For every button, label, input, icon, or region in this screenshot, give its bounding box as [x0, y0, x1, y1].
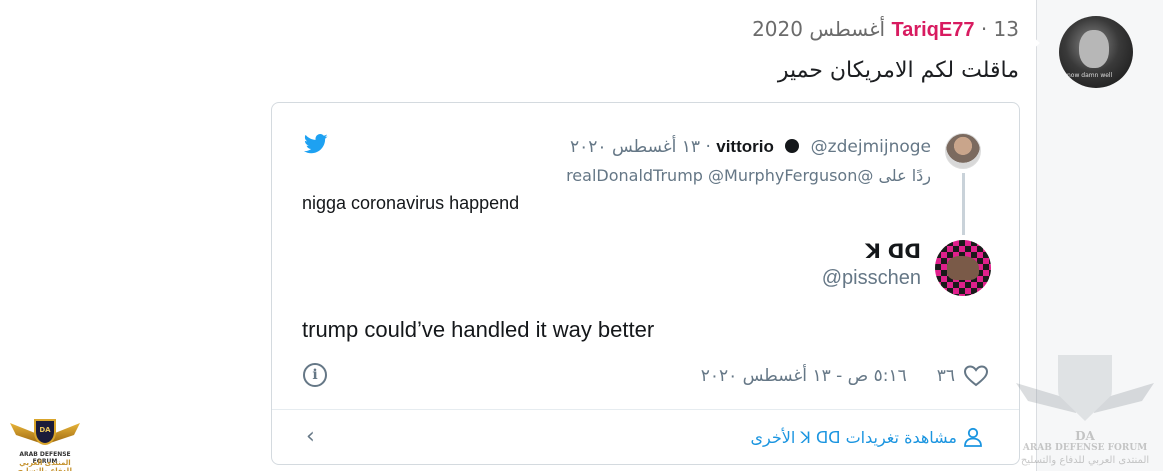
embedded-tweet-card[interactable]: vittorio @zdejmijnoge · ١٣ أغسطس ٢٠٢٠ رد…	[271, 102, 1020, 465]
parent-tweet-header: vittorio @zdejmijnoge · ١٣ أغسطس ٢٠٢٠	[570, 137, 931, 157]
parent-tweet-text: nigga coronavirus happend	[302, 193, 520, 213]
see-more-tweets-link[interactable]: مشاهدة تغريدات ꓘ ᗡᗡ الأخرى	[751, 427, 984, 447]
parent-author-name[interactable]: vittorio	[716, 137, 774, 156]
reply-context: ردًا على @realDonaldTrump @MurphyFerguso…	[566, 166, 931, 185]
see-more-label: مشاهدة تغريدات ꓘ ᗡᗡ الأخرى	[750, 427, 958, 447]
twitter-bird-icon[interactable]	[304, 133, 328, 155]
parent-tweet-avatar[interactable]	[945, 133, 981, 169]
watermark-shield	[1058, 355, 1112, 421]
parent-author-handle[interactable]: @zdejmijnoge	[811, 137, 931, 157]
tweet-timestamp[interactable]: ٥:١٦ ص - ١٣ أغسطس ٢٠٢٠	[701, 366, 907, 386]
chevron-left-icon[interactable]: ‹	[306, 424, 315, 449]
tweet-meta: ٣٦ ٥:١٦ ص - ١٣ أغسطس ٢٠٢٠	[701, 365, 989, 387]
profile-dot-icon	[785, 139, 800, 153]
user-icon	[964, 427, 982, 447]
header-separator: ·	[980, 17, 988, 41]
post-date[interactable]: 13 أغسطس 2020	[752, 17, 1019, 41]
tweet-author-handle[interactable]: @pisschen	[822, 267, 921, 290]
tweet-author-name[interactable]: ꓘ ᗡᗡ	[865, 239, 921, 263]
avatar-face	[1079, 30, 1109, 68]
tweet-text: trump could’ve handled it way better	[302, 317, 655, 342]
logo-title-ar: المنتدى العربي للدفاع والتسليح	[17, 459, 73, 471]
post-body-text: ماقلت لكم الامريكان حمير	[777, 58, 1019, 83]
reply-prefix: ردًا على	[878, 166, 931, 185]
forum-logo-watermark-right: DA ARAB DEFENSE FORUM المنتدى العربي للد…	[1010, 355, 1160, 471]
card-divider	[272, 409, 1019, 410]
thread-connector-line	[962, 173, 965, 235]
watermark-title-en: ARAB DEFENSE FORUM	[1022, 443, 1148, 453]
avatar-horse-figure	[947, 256, 979, 280]
heart-icon[interactable]	[963, 365, 989, 387]
avatar-caption: now damn well	[1067, 72, 1113, 79]
watermark-badge: DA	[1075, 429, 1095, 443]
info-icon[interactable]: i	[303, 363, 327, 387]
poster-avatar[interactable]: now damn well	[1059, 16, 1133, 88]
parent-date[interactable]: ١٣ أغسطس ٢٠٢٠	[570, 137, 700, 157]
forum-logo-watermark-left: DA ARAB DEFENSE FORUM المنتدى العربي للد…	[8, 417, 82, 471]
post-bubble-arrow	[1030, 34, 1040, 52]
watermark-title-ar: المنتدى العربي للدفاع والتسليح	[1020, 455, 1150, 466]
post-username[interactable]: TariqE77	[891, 19, 974, 41]
like-count[interactable]: ٣٦	[937, 366, 955, 386]
post-header: TariqE77 · 13 أغسطس 2020	[752, 17, 1019, 42]
reply-mentions[interactable]: @realDonaldTrump @MurphyFerguson	[566, 166, 873, 185]
tweet-author-avatar[interactable]	[935, 240, 991, 296]
parent-separator: ·	[705, 137, 711, 157]
logo-shield: DA	[34, 419, 56, 445]
